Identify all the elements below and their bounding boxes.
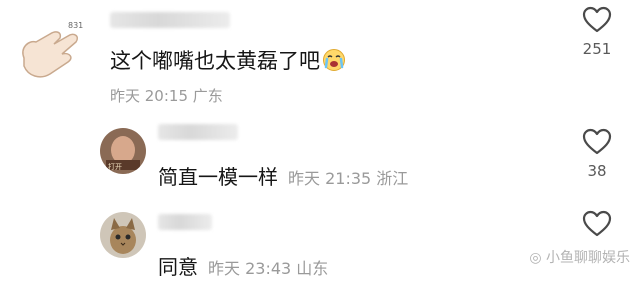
photo-avatar-icon: 打开	[100, 128, 146, 174]
heart-outline-icon	[582, 6, 612, 33]
reply-meta: 昨天 21:35 浙江	[288, 169, 409, 188]
comment-meta: 昨天 20:15 广东	[110, 87, 223, 105]
reply-meta: 昨天 23:43 山东	[208, 259, 329, 278]
comment-text: 这个嘟嘴也太黄磊了吧	[110, 49, 320, 73]
reply-username-blurred[interactable]	[158, 214, 212, 230]
like-button[interactable]: 38	[577, 128, 617, 180]
reply-text: 简直一模一样	[158, 165, 278, 189]
reply-body: 同意 昨天 23:43 山东	[158, 254, 328, 281]
watermark-logo-icon: ◎	[529, 250, 542, 266]
reply-username-blurred[interactable]	[158, 124, 238, 140]
like-button[interactable]: 251	[577, 6, 617, 58]
like-count: 38	[587, 162, 607, 180]
commenter-username-blurred[interactable]	[110, 12, 230, 28]
cat-avatar-icon	[100, 212, 146, 258]
svg-text:831: 831	[68, 21, 83, 30]
watermark-text: 小鱼聊聊娱乐	[546, 250, 630, 266]
reply-text: 同意	[158, 255, 198, 279]
like-button[interactable]	[577, 210, 617, 238]
watermark: ◎ 小鱼聊聊娱乐	[529, 247, 630, 267]
comment-section: 831 这个嘟嘴也太黄磊了吧 昨天 20:15 广东 251 打开 简直一模一样…	[0, 0, 640, 281]
commenter-avatar[interactable]: 831	[10, 18, 90, 82]
comment-body: 这个嘟嘴也太黄磊了吧	[110, 48, 346, 78]
heart-outline-icon	[582, 128, 612, 155]
svg-text:打开: 打开	[108, 162, 122, 171]
hand-gesture-icon: 831	[22, 21, 83, 78]
heart-outline-icon	[582, 210, 612, 237]
crying-face-emoji-icon	[322, 48, 346, 78]
like-count: 251	[582, 40, 612, 58]
reply-body: 简直一模一样 昨天 21:35 浙江	[158, 164, 408, 192]
reply-avatar[interactable]	[100, 212, 146, 258]
reply-avatar[interactable]: 打开	[100, 128, 146, 174]
